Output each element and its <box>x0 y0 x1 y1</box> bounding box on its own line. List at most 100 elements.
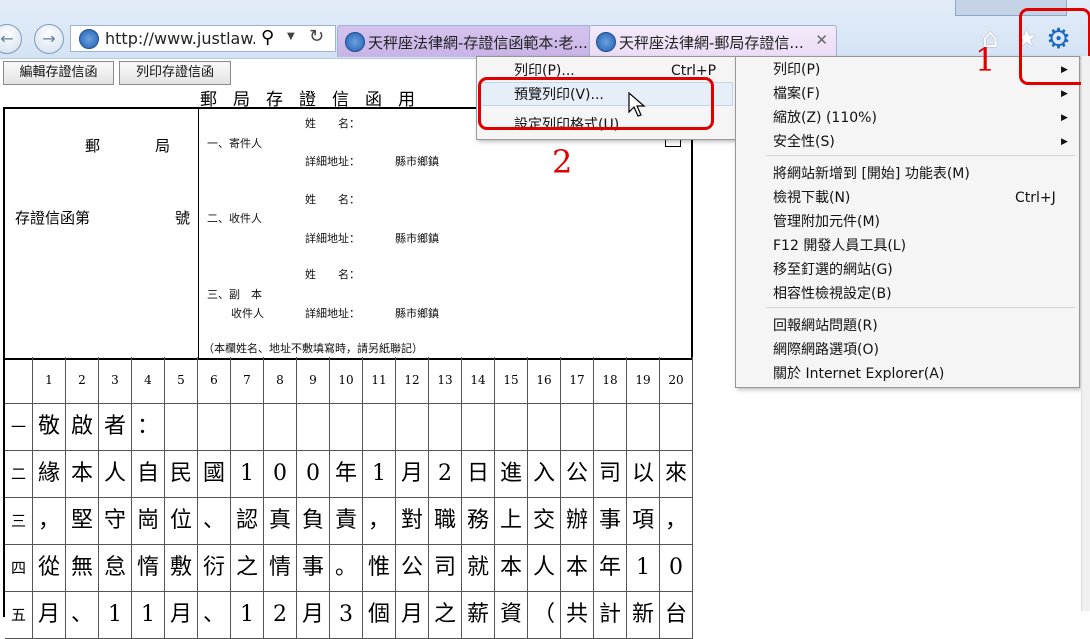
grid-cell[interactable]: 守 <box>99 498 132 545</box>
grid-cell[interactable]: 月 <box>297 592 330 639</box>
grid-cell[interactable]: 計 <box>594 592 627 639</box>
grid-cell[interactable]: 司 <box>429 545 462 592</box>
dropdown-arrow-icon[interactable]: ▼ <box>287 31 295 42</box>
tools-menu-item[interactable]: 檔案(F) ▶ <box>736 82 1079 106</box>
tools-menu-item[interactable]: 關於 Internet Explorer(A) <box>736 362 1079 386</box>
refresh-icon[interactable]: ↻ <box>309 26 324 47</box>
grid-cell[interactable]: 進 <box>495 451 528 498</box>
grid-cell[interactable] <box>495 404 528 451</box>
grid-cell[interactable] <box>429 404 462 451</box>
grid-cell[interactable]: 新 <box>627 592 660 639</box>
grid-cell[interactable] <box>165 404 198 451</box>
grid-cell[interactable]: 無 <box>66 545 99 592</box>
grid-cell[interactable]: 入 <box>528 451 561 498</box>
grid-cell[interactable]: 1 <box>231 451 264 498</box>
grid-cell[interactable]: 事 <box>594 498 627 545</box>
grid-cell[interactable]: 1 <box>99 592 132 639</box>
grid-cell[interactable]: 月 <box>396 592 429 639</box>
grid-cell[interactable]: 衍 <box>198 545 231 592</box>
grid-cell[interactable] <box>660 404 693 451</box>
grid-cell[interactable]: ， <box>363 498 396 545</box>
grid-cell[interactable]: 。 <box>330 545 363 592</box>
grid-cell[interactable]: 1 <box>363 451 396 498</box>
grid-cell[interactable]: 薪 <box>462 592 495 639</box>
grid-cell[interactable]: 日 <box>462 451 495 498</box>
tools-menu-item[interactable]: 安全性(S) ▶ <box>736 130 1079 154</box>
grid-cell[interactable]: 月 <box>396 451 429 498</box>
grid-cell[interactable]: 公 <box>396 545 429 592</box>
grid-cell[interactable]: 認 <box>231 498 264 545</box>
grid-cell[interactable]: 公 <box>561 451 594 498</box>
grid-cell[interactable]: 責 <box>330 498 363 545</box>
back-icon[interactable]: ← <box>0 24 22 54</box>
grid-cell[interactable]: 月 <box>165 592 198 639</box>
grid-cell[interactable]: 者 <box>99 404 132 451</box>
grid-cell[interactable]: 敷 <box>165 545 198 592</box>
close-tab-icon[interactable]: ✕ <box>815 31 828 49</box>
grid-cell[interactable]: 之 <box>429 592 462 639</box>
grid-cell[interactable] <box>297 404 330 451</box>
grid-cell[interactable]: 國 <box>198 451 231 498</box>
grid-cell[interactable]: 0 <box>264 451 297 498</box>
grid-cell[interactable]: ， <box>660 498 693 545</box>
grid-cell[interactable]: 人 <box>528 545 561 592</box>
tools-menu-item[interactable]: 將網站新增到 [開始] 功能表(M) <box>736 162 1079 186</box>
grid-cell[interactable]: ： <box>132 404 165 451</box>
address-url[interactable]: http://www.justlaw.... <box>105 29 255 48</box>
grid-cell[interactable]: 以 <box>627 451 660 498</box>
grid-cell[interactable]: 崗 <box>132 498 165 545</box>
grid-cell[interactable]: 年 <box>594 545 627 592</box>
grid-cell[interactable] <box>363 404 396 451</box>
grid-cell[interactable]: 3 <box>330 592 363 639</box>
grid-cell[interactable]: 啟 <box>66 404 99 451</box>
grid-cell[interactable]: 從 <box>33 545 66 592</box>
grid-cell[interactable]: 緣 <box>33 451 66 498</box>
grid-cell[interactable]: 、 <box>198 592 231 639</box>
tools-menu-item[interactable]: 檢視下載(N) Ctrl+J <box>736 186 1079 210</box>
tab-2-active[interactable]: 天秤座法律網-郵局存證信... ✕ <box>589 25 837 57</box>
grid-cell[interactable] <box>561 404 594 451</box>
grid-cell[interactable]: 之 <box>231 545 264 592</box>
edit-letter-button[interactable]: 編輯存證信函 <box>3 61 114 85</box>
grid-cell[interactable]: （ <box>528 592 561 639</box>
grid-cell[interactable]: 就 <box>462 545 495 592</box>
tools-menu-item[interactable]: 相容性檢視設定(B) <box>736 282 1079 306</box>
forward-icon[interactable]: → <box>34 24 64 54</box>
grid-cell[interactable] <box>264 404 297 451</box>
grid-cell[interactable] <box>627 404 660 451</box>
grid-cell[interactable]: ， <box>33 498 66 545</box>
grid-cell[interactable]: 月 <box>33 592 66 639</box>
page-scrollbar[interactable] <box>1081 56 1090 611</box>
grid-cell[interactable]: 、 <box>198 498 231 545</box>
grid-cell[interactable]: 、 <box>66 592 99 639</box>
grid-cell[interactable]: 事 <box>297 545 330 592</box>
print-letter-button[interactable]: 列印存證信函 <box>119 61 231 85</box>
grid-cell[interactable] <box>528 404 561 451</box>
grid-cell[interactable] <box>231 404 264 451</box>
grid-cell[interactable]: 民 <box>165 451 198 498</box>
grid-cell[interactable]: 真 <box>264 498 297 545</box>
grid-cell[interactable]: 惰 <box>132 545 165 592</box>
grid-cell[interactable]: 務 <box>462 498 495 545</box>
tools-menu-item[interactable]: F12 開發人員工具(L) <box>736 234 1079 258</box>
tools-menu-item[interactable]: 縮放(Z) (110%) ▶ <box>736 106 1079 130</box>
grid-cell[interactable]: 自 <box>132 451 165 498</box>
grid-cell[interactable]: 對 <box>396 498 429 545</box>
grid-cell[interactable]: 年 <box>330 451 363 498</box>
grid-cell[interactable]: 2 <box>264 592 297 639</box>
grid-cell[interactable]: 本 <box>66 451 99 498</box>
grid-cell[interactable]: 怠 <box>99 545 132 592</box>
grid-cell[interactable]: 情 <box>264 545 297 592</box>
grid-cell[interactable]: 本 <box>495 545 528 592</box>
grid-cell[interactable] <box>462 404 495 451</box>
grid-cell[interactable]: 上 <box>495 498 528 545</box>
grid-cell[interactable] <box>594 404 627 451</box>
grid-cell[interactable]: 個 <box>363 592 396 639</box>
grid-cell[interactable]: 1 <box>132 592 165 639</box>
tab-1[interactable]: 天秤座法律網-存證信函範本:老... <box>337 25 591 57</box>
grid-cell[interactable]: 惟 <box>363 545 396 592</box>
grid-cell[interactable]: 負 <box>297 498 330 545</box>
grid-cell[interactable]: 項 <box>627 498 660 545</box>
grid-cell[interactable]: 敬 <box>33 404 66 451</box>
grid-cell[interactable]: 位 <box>165 498 198 545</box>
